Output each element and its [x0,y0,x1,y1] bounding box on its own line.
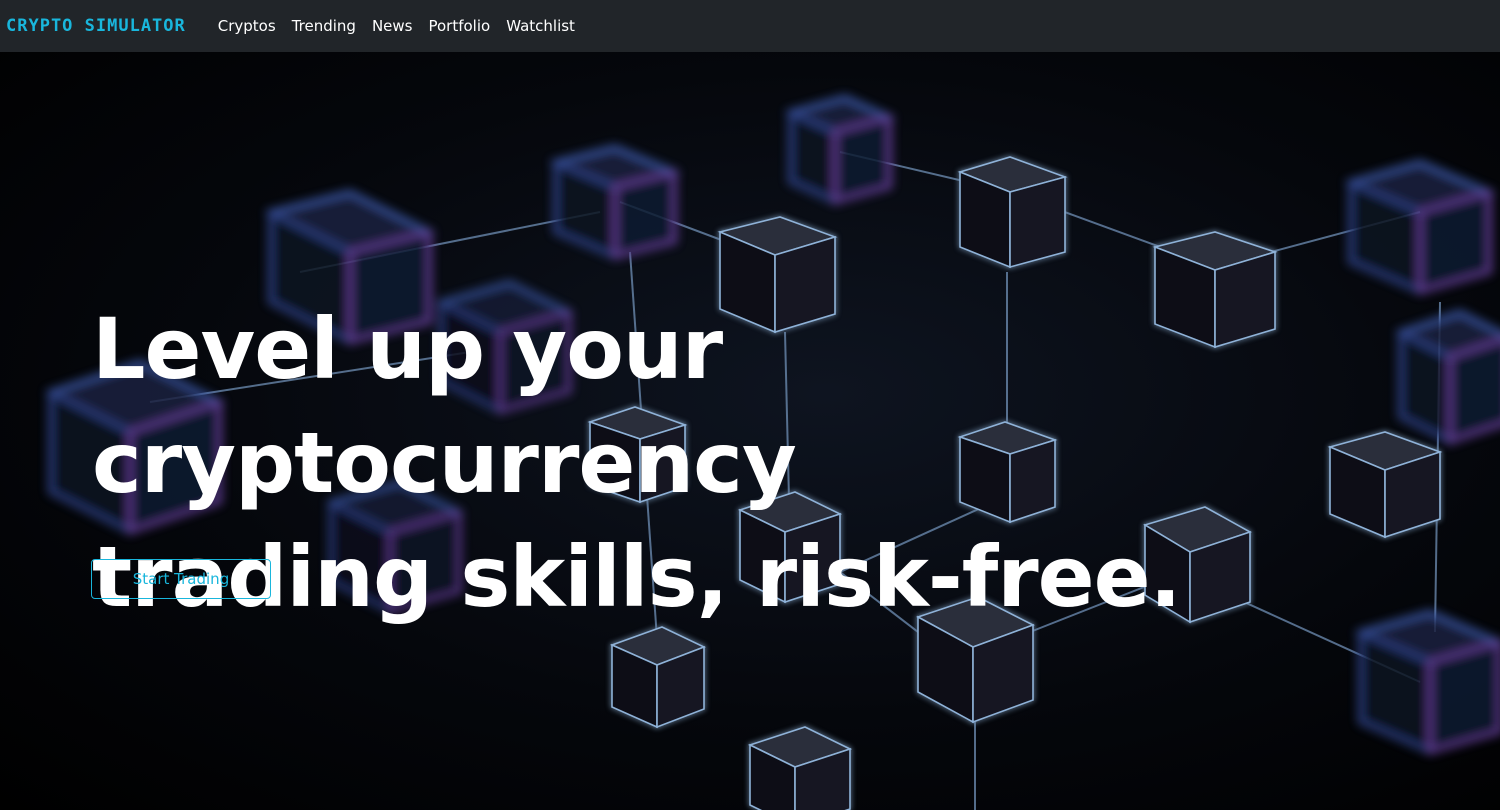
nav-link-news[interactable]: News [364,17,421,35]
start-trading-button[interactable]: Start Trading [91,559,271,599]
nav-link-portfolio[interactable]: Portfolio [420,17,498,35]
hero-heading-line-1: Level up your cryptocurrency [92,300,797,512]
top-navbar: CRYPTO SIMULATOR Cryptos Trending News P… [0,0,1500,52]
hero-heading: Level up your cryptocurrency trading ski… [92,292,1452,634]
nav-link-trending[interactable]: Trending [284,17,364,35]
nav-link-watchlist[interactable]: Watchlist [498,17,583,35]
brand-logo[interactable]: CRYPTO SIMULATOR [6,16,186,36]
hero-section: Level up your cryptocurrency trading ski… [0,52,1500,810]
nav-links: Cryptos Trending News Portfolio Watchlis… [210,17,583,35]
nav-link-cryptos[interactable]: Cryptos [210,17,284,35]
